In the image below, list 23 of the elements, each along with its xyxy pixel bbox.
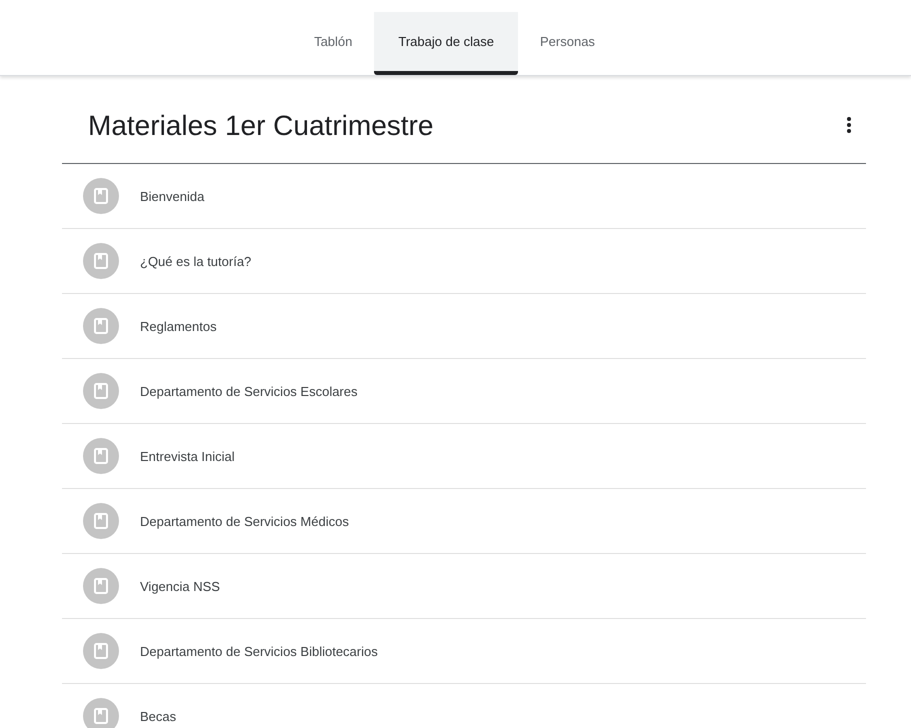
material-link[interactable]: Entrevista Inicial: [140, 448, 235, 464]
more-options-icon[interactable]: [846, 116, 852, 134]
material-link[interactable]: Reglamentos: [140, 318, 217, 334]
material-icon: [83, 503, 119, 539]
material-icon: [83, 438, 119, 474]
material-icon: [83, 568, 119, 604]
material-link[interactable]: Bienvenida: [140, 188, 204, 204]
tab[interactable]: Personas: [518, 12, 617, 75]
material-icon: [83, 698, 119, 728]
material-link[interactable]: Becas: [140, 708, 176, 724]
material-icon: [83, 178, 119, 214]
material-link[interactable]: Departamento de Servicios Médicos: [140, 514, 349, 528]
tab[interactable]: Tablón: [292, 12, 374, 75]
tab[interactable]: Trabajo de clase: [374, 12, 518, 75]
material-icon: [83, 308, 119, 344]
material-link[interactable]: Vigencia NSS: [140, 578, 220, 594]
material-icon: [83, 243, 119, 279]
material-link[interactable]: Departamento de Servicios Escolares: [140, 384, 358, 398]
topic-title: Materiales 1er Cuatrimestre: [88, 108, 434, 142]
material-icon: [83, 373, 119, 409]
material-icon: [83, 633, 119, 669]
material-link[interactable]: Departamento de Servicios Bibliotecarios: [140, 644, 378, 658]
material-link[interactable]: ¿Qué es la tutoría?: [140, 254, 252, 268]
